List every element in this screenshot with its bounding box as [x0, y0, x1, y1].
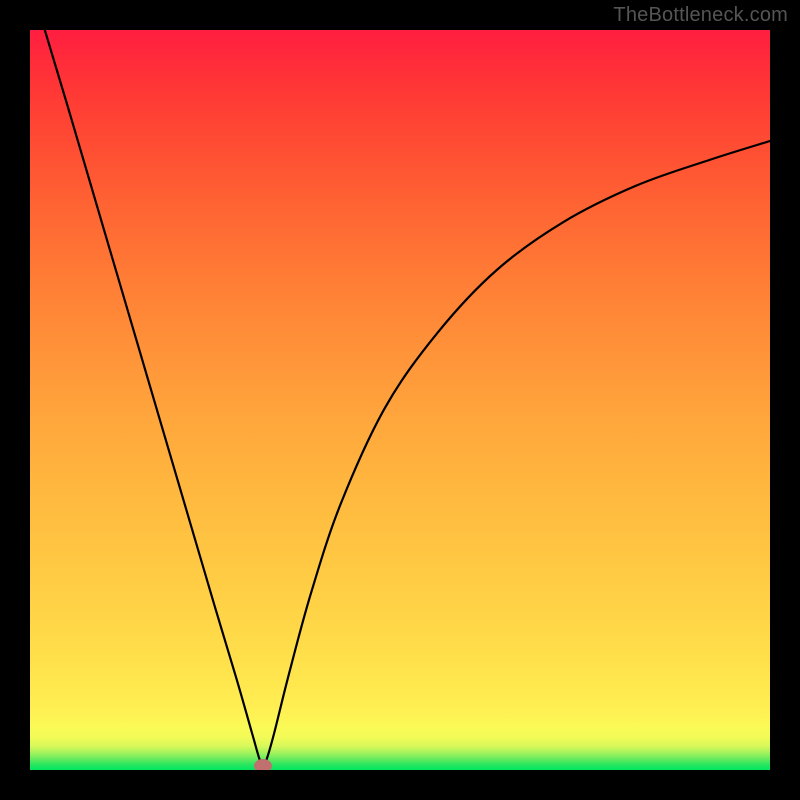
bottleneck-curve [30, 30, 770, 770]
chart-frame: TheBottleneck.com [0, 0, 800, 800]
watermark-text: TheBottleneck.com [613, 4, 788, 27]
plot-area [30, 30, 770, 770]
optimal-point-marker [254, 759, 272, 770]
